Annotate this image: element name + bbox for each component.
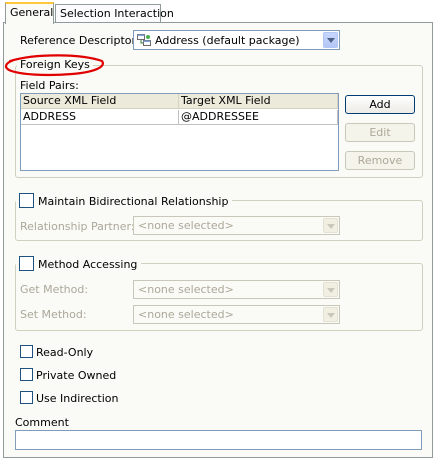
read-only-checkbox[interactable]	[20, 345, 33, 358]
field-pairs-table[interactable]: Source XML Field Target XML Field ADDRES…	[20, 93, 339, 171]
column-header-target[interactable]: Target XML Field	[179, 94, 338, 109]
source-field-cell[interactable]: ADDRESS	[21, 110, 179, 125]
add-button[interactable]: Add	[345, 95, 415, 114]
method-accessing-label[interactable]: Method Accessing	[38, 258, 137, 271]
relationship-partner-label: Relationship Partner:	[20, 220, 135, 233]
reference-descriptor-label: Reference Descriptor:	[20, 34, 140, 47]
descriptor-class-icon	[137, 34, 151, 46]
tab-general-label: General	[10, 6, 54, 19]
table-row[interactable]: ADDRESS @ADDRESSEE	[21, 110, 338, 126]
method-accessing-legend: Method Accessing	[16, 256, 142, 271]
bidirectional-checkbox[interactable]	[19, 193, 34, 208]
comment-label: Comment	[15, 416, 69, 429]
set-method-value: <none selected>	[138, 308, 234, 321]
tab-selection-interaction[interactable]: Selection Interaction	[55, 4, 174, 23]
chevron-down-icon[interactable]	[323, 307, 338, 322]
private-owned-checkbox[interactable]	[20, 368, 33, 381]
use-indirection-checkbox[interactable]	[20, 391, 33, 404]
annotation-circle	[4, 54, 104, 77]
target-field-cell[interactable]: @ADDRESSEE	[179, 110, 338, 125]
get-method-combo[interactable]: <none selected>	[133, 280, 340, 299]
reference-descriptor-combo[interactable]: Address (default package)	[133, 30, 340, 50]
tab-general[interactable]: General	[5, 2, 54, 24]
remove-button[interactable]: Remove	[345, 151, 415, 170]
use-indirection-label[interactable]: Use Indirection	[36, 392, 118, 405]
read-only-label[interactable]: Read-Only	[36, 346, 93, 359]
private-owned-label[interactable]: Private Owned	[36, 369, 116, 382]
reference-descriptor-value: Address (default package)	[155, 34, 300, 47]
tab-selection-interaction-label: Selection Interaction	[60, 7, 174, 20]
relationship-partner-value: <none selected>	[138, 219, 234, 232]
bidirectional-legend: Maintain Bidirectional Relationship	[16, 193, 233, 208]
get-method-label: Get Method:	[20, 283, 89, 296]
chevron-down-icon[interactable]	[323, 218, 338, 233]
chevron-down-icon[interactable]	[323, 282, 338, 297]
field-pairs-label: Field Pairs:	[20, 79, 79, 92]
set-method-combo[interactable]: <none selected>	[133, 305, 340, 324]
chevron-down-icon[interactable]	[323, 32, 338, 48]
comment-field[interactable]	[15, 430, 422, 450]
column-header-source[interactable]: Source XML Field	[21, 94, 179, 109]
set-method-label: Set Method:	[20, 308, 87, 321]
edit-button[interactable]: Edit	[345, 123, 415, 142]
method-accessing-checkbox[interactable]	[19, 256, 34, 271]
bidirectional-label[interactable]: Maintain Bidirectional Relationship	[38, 195, 228, 208]
relationship-partner-combo[interactable]: <none selected>	[133, 216, 340, 235]
get-method-value: <none selected>	[138, 283, 234, 296]
